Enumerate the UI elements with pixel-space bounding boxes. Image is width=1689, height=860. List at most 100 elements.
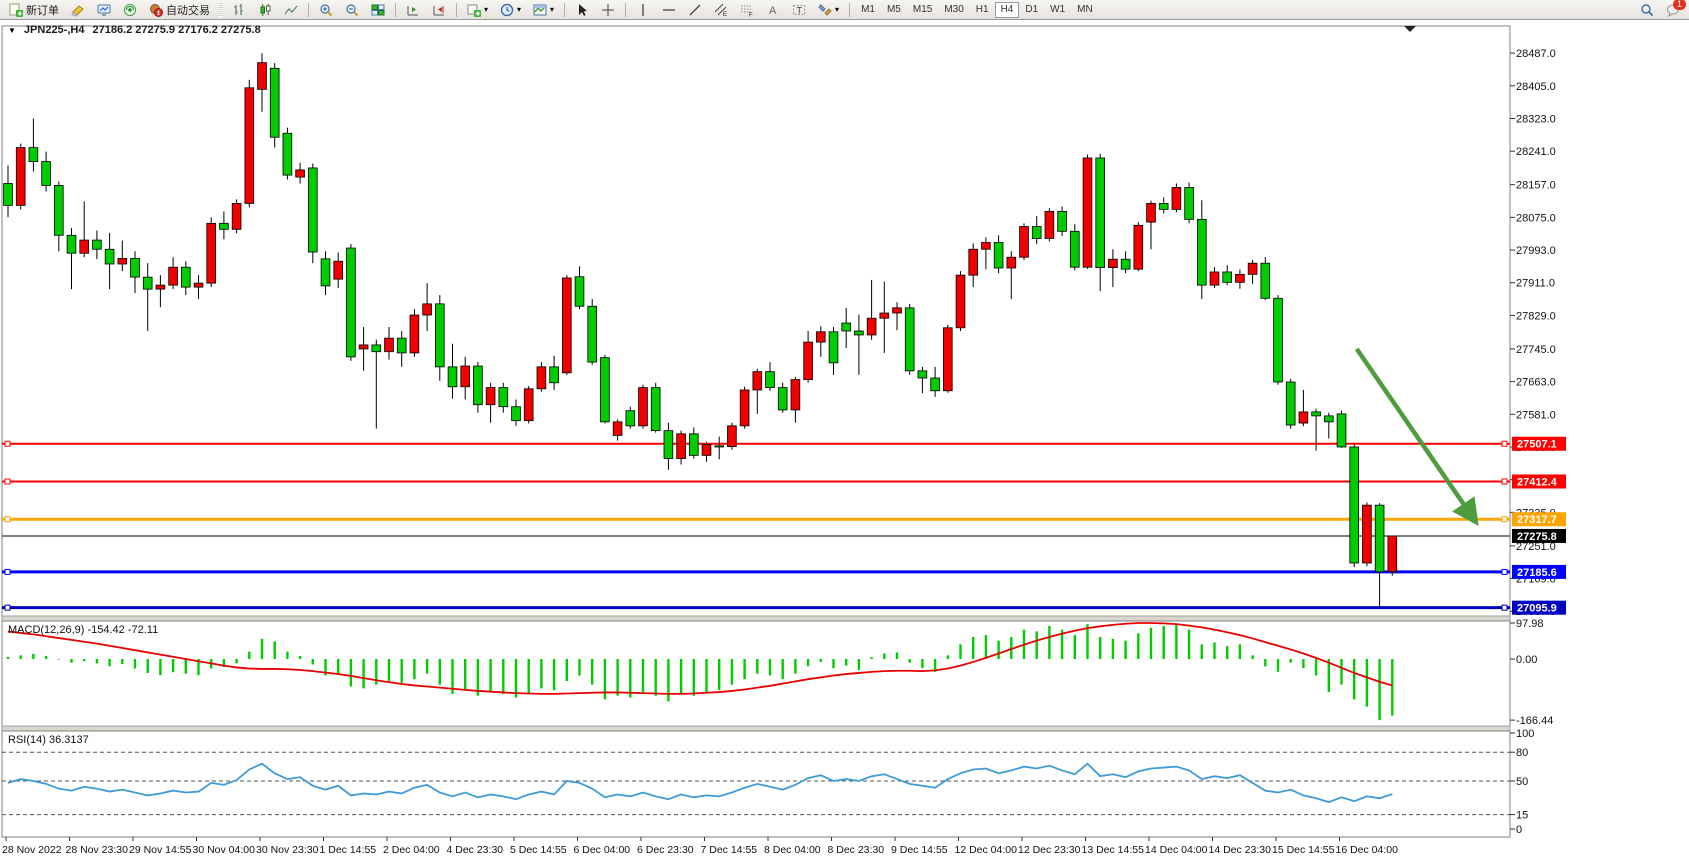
candle-body[interactable]	[753, 372, 762, 390]
candle-body[interactable]	[1286, 382, 1295, 425]
candle-body[interactable]	[524, 389, 533, 421]
candle-body[interactable]	[308, 168, 317, 252]
candle-body[interactable]	[54, 185, 63, 235]
candle-body[interactable]	[1185, 187, 1194, 219]
candle-body[interactable]	[1083, 158, 1092, 267]
candle-body[interactable]	[220, 223, 229, 229]
level-handle[interactable]	[5, 479, 10, 484]
candle-body[interactable]	[575, 277, 584, 306]
candle-body[interactable]	[296, 170, 305, 177]
new-chart-button[interactable]: ▾	[462, 1, 493, 19]
candle-body[interactable]	[1058, 211, 1067, 231]
candle-body[interactable]	[385, 338, 394, 352]
horizontal-line-button[interactable]	[657, 1, 681, 19]
candle-body[interactable]	[1109, 259, 1118, 267]
market-watch-button[interactable]	[92, 1, 116, 19]
candle-body[interactable]	[728, 426, 737, 447]
timeframe-m30-button[interactable]: M30	[938, 2, 969, 18]
candle-body[interactable]	[486, 388, 495, 405]
candle-body[interactable]	[359, 345, 368, 349]
candle-body[interactable]	[105, 249, 114, 264]
new-order-button[interactable]: 新订单	[4, 1, 64, 19]
candle-body[interactable]	[499, 388, 508, 407]
candle-body[interactable]	[461, 366, 470, 387]
level-handle[interactable]	[5, 569, 10, 574]
candle-body[interactable]	[80, 240, 89, 253]
candle-body[interactable]	[131, 258, 140, 277]
candle-body[interactable]	[689, 434, 698, 456]
period-button[interactable]: ▾	[495, 1, 526, 19]
candle-body[interactable]	[1070, 231, 1079, 267]
level-handle[interactable]	[1502, 479, 1507, 484]
level-handle[interactable]	[5, 605, 10, 610]
pane-splitter[interactable]	[2, 726, 1510, 731]
candle-body[interactable]	[1274, 298, 1283, 382]
candle-body[interactable]	[537, 367, 546, 389]
bar-chart-button[interactable]	[227, 1, 251, 19]
cursor-button[interactable]	[570, 1, 594, 19]
candle-body[interactable]	[994, 242, 1003, 268]
candle-body[interactable]	[1159, 203, 1168, 209]
candle-body[interactable]	[1032, 227, 1041, 239]
candle-body[interactable]	[1197, 219, 1206, 285]
candle-body[interactable]	[664, 431, 673, 459]
timeframe-h1-button[interactable]: H1	[970, 2, 995, 18]
macd-pane[interactable]	[2, 621, 1510, 726]
timeframe-m15-button[interactable]: M15	[907, 2, 938, 18]
candle-body[interactable]	[1134, 225, 1143, 269]
level-handle[interactable]	[5, 441, 10, 446]
candle-body[interactable]	[1007, 257, 1016, 268]
candle-body[interactable]	[93, 240, 102, 249]
candle-body[interactable]	[943, 328, 952, 391]
channel-button[interactable]: E	[709, 1, 733, 19]
candle-body[interactable]	[1388, 536, 1397, 572]
chart-shift-button[interactable]	[427, 1, 451, 19]
candle-body[interactable]	[550, 367, 559, 383]
candle-body[interactable]	[67, 235, 76, 253]
candle-body[interactable]	[207, 223, 216, 283]
level-handle[interactable]	[5, 517, 10, 522]
candle-body[interactable]	[562, 278, 571, 373]
candle-body[interactable]	[791, 380, 800, 410]
level-handle[interactable]	[1502, 605, 1507, 610]
candle-body[interactable]	[181, 267, 190, 287]
search-button[interactable]	[1635, 1, 1659, 19]
level-handle[interactable]	[1502, 569, 1507, 574]
candle-chart-button[interactable]	[253, 1, 277, 19]
candle-body[interactable]	[1299, 412, 1308, 423]
auto-trading-button[interactable]: 自动交易	[144, 1, 215, 19]
candle-body[interactable]	[270, 68, 279, 137]
timeframe-w1-button[interactable]: W1	[1044, 2, 1071, 18]
text-button[interactable]: A	[761, 1, 785, 19]
candle-body[interactable]	[1223, 272, 1232, 282]
candle-body[interactable]	[715, 446, 724, 447]
candle-body[interactable]	[474, 366, 483, 405]
tile-windows-button[interactable]	[366, 1, 390, 19]
candle-body[interactable]	[1210, 272, 1219, 285]
candle-body[interactable]	[855, 331, 864, 335]
candle-body[interactable]	[1172, 187, 1181, 209]
candle-body[interactable]	[1096, 158, 1105, 268]
candle-body[interactable]	[1147, 203, 1156, 222]
candle-body[interactable]	[16, 148, 25, 206]
candle-body[interactable]	[740, 390, 749, 426]
candle-body[interactable]	[1248, 263, 1257, 274]
candle-body[interactable]	[969, 249, 978, 275]
candle-body[interactable]	[118, 258, 127, 264]
candle-body[interactable]	[4, 183, 13, 205]
candle-body[interactable]	[321, 259, 330, 286]
candle-body[interactable]	[1363, 505, 1372, 563]
candle-body[interactable]	[702, 445, 711, 456]
candle-body[interactable]	[778, 388, 787, 410]
auto-scroll-button[interactable]	[401, 1, 425, 19]
candle-body[interactable]	[816, 332, 825, 342]
candle-body[interactable]	[423, 304, 432, 315]
signals-button[interactable]	[118, 1, 142, 19]
chart-context-toggle[interactable]: ▼	[8, 26, 16, 35]
shapes-button[interactable]: ▾	[813, 1, 844, 19]
candle-body[interactable]	[588, 306, 597, 362]
candle-body[interactable]	[639, 388, 648, 426]
candle-body[interactable]	[905, 308, 914, 371]
timeframe-m5-button[interactable]: M5	[881, 2, 907, 18]
candle-body[interactable]	[156, 285, 165, 289]
